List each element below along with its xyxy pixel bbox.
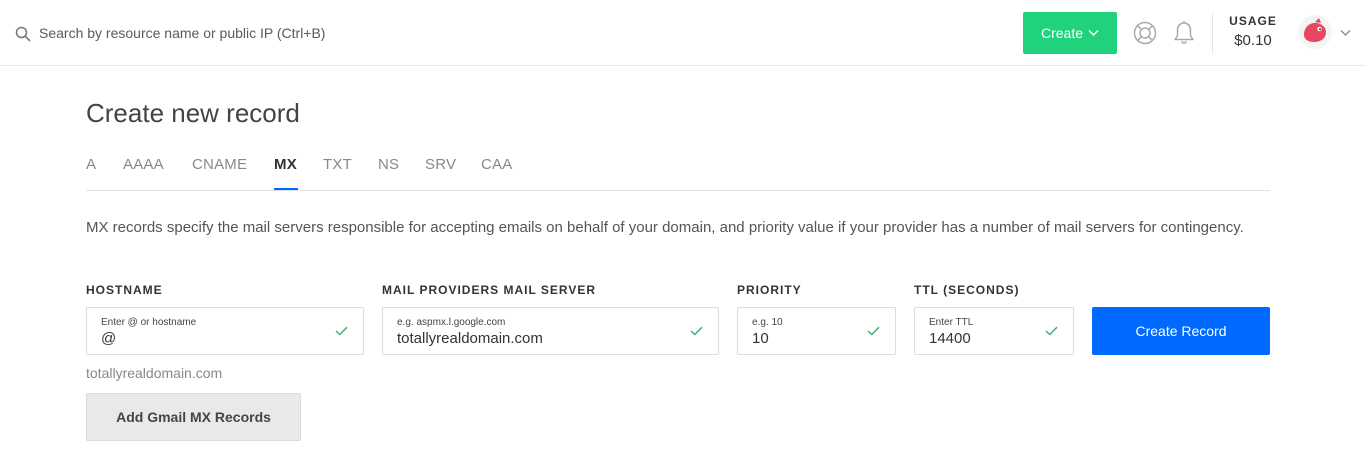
bell-icon[interactable] <box>1172 20 1196 46</box>
ttl-field[interactable]: Enter TTL 14400 <box>914 307 1074 355</box>
hostname-field[interactable]: Enter @ or hostname @ <box>86 307 364 355</box>
search-input[interactable] <box>39 24 499 41</box>
record-type-tabs: A AAAA CNAME MX TXT NS SRV CAA <box>86 150 1270 191</box>
help-lifebuoy-icon[interactable] <box>1133 21 1157 45</box>
create-button-label: Create <box>1040 25 1084 41</box>
tab-aaaa[interactable]: AAAA <box>123 156 164 173</box>
check-icon <box>690 326 703 336</box>
avatar[interactable] <box>1298 15 1332 49</box>
active-tab-indicator <box>274 188 298 190</box>
account-chevron-down-icon[interactable] <box>1340 29 1351 37</box>
priority-label: PRIORITY <box>737 283 802 297</box>
header-divider <box>1212 13 1213 53</box>
create-button[interactable]: Create <box>1023 12 1117 54</box>
check-icon <box>1045 326 1058 336</box>
ttl-label: TTL (SECONDS) <box>914 283 1020 297</box>
priority-field[interactable]: e.g. 10 10 <box>737 307 896 355</box>
priority-hint: e.g. 10 <box>752 317 783 328</box>
usage-value: $0.10 <box>1234 32 1272 49</box>
page-title: Create new record <box>86 98 300 128</box>
create-record-button[interactable]: Create Record <box>1092 307 1270 355</box>
hostname-hint: Enter @ or hostname <box>101 317 197 328</box>
priority-value[interactable]: 10 <box>752 330 769 347</box>
usage-label: USAGE <box>1229 14 1277 28</box>
ttl-hint: Enter TTL <box>929 317 974 328</box>
search-icon <box>15 26 31 42</box>
mail-server-value[interactable]: totallyrealdomain.com <box>397 330 543 347</box>
mail-server-hint: e.g. aspmx.l.google.com <box>397 317 506 328</box>
add-gmail-mx-records-button[interactable]: Add Gmail MX Records <box>86 393 301 441</box>
tab-txt[interactable]: TXT <box>323 156 352 173</box>
tab-ns[interactable]: NS <box>378 156 399 173</box>
check-icon <box>335 326 348 336</box>
tab-mx[interactable]: MX <box>274 156 297 173</box>
tab-a[interactable]: A <box>86 156 96 173</box>
tab-caa[interactable]: CAA <box>481 156 512 173</box>
hostname-label: HOSTNAME <box>86 283 163 297</box>
mail-server-field[interactable]: e.g. aspmx.l.google.com totallyrealdomai… <box>382 307 719 355</box>
mail-server-label: MAIL PROVIDERS MAIL SERVER <box>382 283 597 297</box>
check-icon <box>867 326 880 336</box>
ttl-value[interactable]: 14400 <box>929 330 971 347</box>
record-description: MX records specify the mail servers resp… <box>86 219 1244 236</box>
top-bar: Create USAGE $0.10 <box>0 0 1365 66</box>
chevron-down-icon <box>1088 30 1099 36</box>
search-bar[interactable] <box>0 0 505 65</box>
tab-cname[interactable]: CNAME <box>192 156 247 173</box>
hostname-value[interactable]: @ <box>101 330 116 347</box>
tab-srv[interactable]: SRV <box>425 156 456 173</box>
domain-hint: totallyrealdomain.com <box>86 365 223 381</box>
usage-widget[interactable]: USAGE $0.10 <box>1222 14 1284 49</box>
